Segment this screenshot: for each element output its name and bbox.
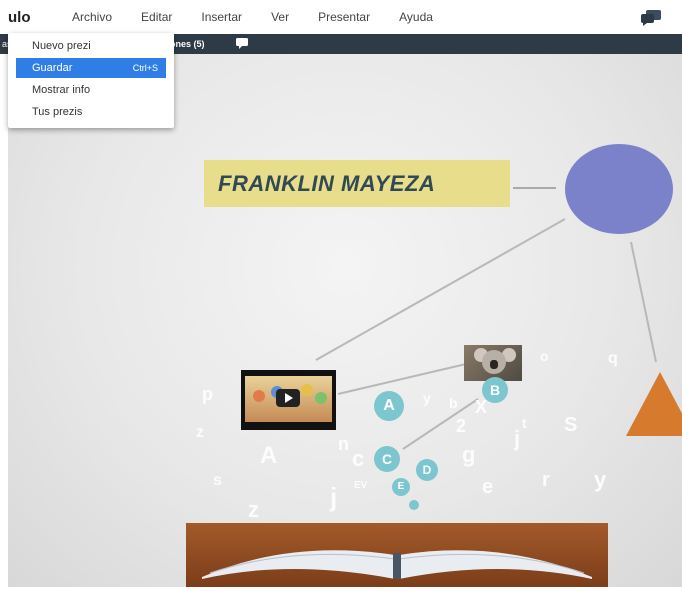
menu-insertar[interactable]: Insertar [201, 10, 242, 24]
prezi-title[interactable]: ulo [8, 9, 64, 26]
menu-item-label: Nuevo prezi [32, 40, 91, 52]
archivo-dropdown-menu: Nuevo prezi Guardar Ctrl+S Mostrar info … [8, 33, 174, 128]
menu-item-nuevo-prezi[interactable]: Nuevo prezi [16, 36, 166, 56]
menu-item-tus-prezis[interactable]: Tus prezis [16, 102, 166, 122]
menu-item-mostrar-info[interactable]: Mostrar info [16, 80, 166, 100]
prezi-canvas[interactable]: FRANKLIN MAYEZA A B C D E p z A s z n j … [8, 54, 682, 587]
koala-image[interactable] [464, 345, 522, 381]
connector-lines [315, 187, 657, 450]
menu-item-guardar[interactable]: Guardar Ctrl+S [16, 58, 166, 78]
letter-bubble-d[interactable]: D [416, 459, 438, 481]
title-box[interactable]: FRANKLIN MAYEZA [204, 160, 510, 207]
comment-icon[interactable] [236, 38, 248, 49]
letter-bubble-a[interactable]: A [374, 391, 404, 421]
orange-triangle-shape[interactable] [626, 372, 682, 436]
menu-editar[interactable]: Editar [141, 10, 172, 24]
open-book-image[interactable] [186, 523, 608, 587]
menu-item-label: Tus prezis [32, 106, 83, 118]
video-thumbnail[interactable] [241, 370, 336, 430]
letter-bubble-e[interactable]: E [392, 478, 410, 496]
small-dot [409, 500, 419, 510]
letter-bubble-c[interactable]: C [374, 446, 400, 472]
comments-count[interactable]: ones (5) [170, 39, 205, 49]
menu-ayuda[interactable]: Ayuda [399, 10, 433, 24]
menu-bar: ulo Archivo Editar Insertar Ver Presenta… [0, 0, 682, 34]
menu-item-label: Guardar [32, 62, 73, 74]
bottom-edge [0, 587, 682, 591]
menu-ver[interactable]: Ver [271, 10, 289, 24]
menu-archivo[interactable]: Archivo [72, 10, 112, 24]
play-icon[interactable] [276, 389, 300, 407]
menu-item-shortcut: Ctrl+S [132, 63, 158, 73]
chat-bubbles-icon[interactable] [640, 9, 662, 27]
presentation-title: FRANKLIN MAYEZA [218, 171, 436, 196]
menu-presentar[interactable]: Presentar [318, 10, 370, 24]
menu-item-label: Mostrar info [32, 84, 91, 96]
blue-circle-shape[interactable] [565, 144, 673, 234]
